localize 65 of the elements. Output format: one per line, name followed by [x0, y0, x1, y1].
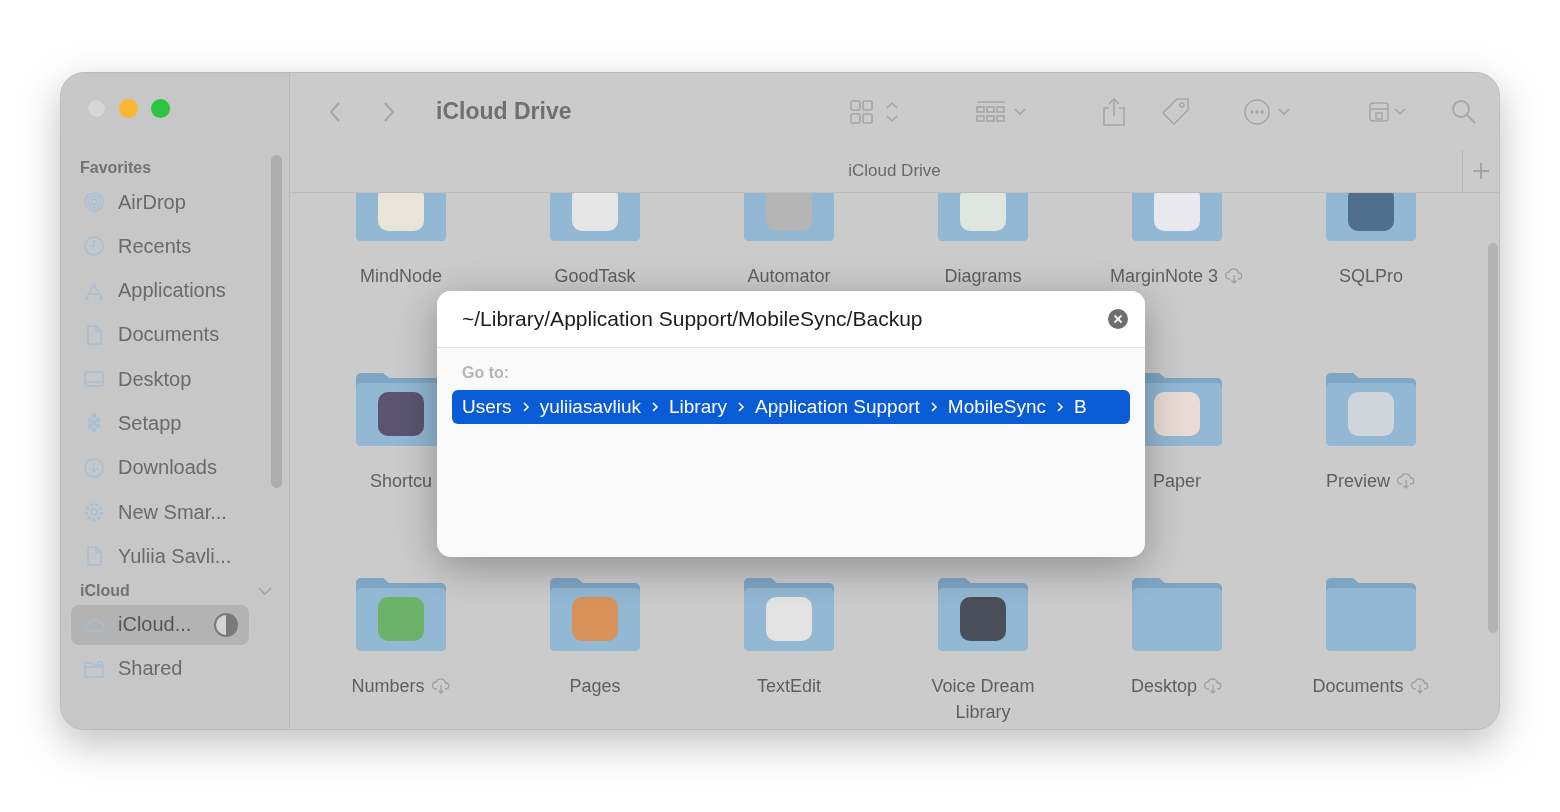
file-name: MarginNote 3 [1109, 265, 1219, 288]
search-icon[interactable] [1451, 98, 1477, 125]
section-title: iCloud [80, 581, 130, 600]
sidebar-item[interactable]: Yuliia Savli... [71, 536, 249, 577]
path-crumb: Users [462, 396, 512, 418]
gear-icon [83, 501, 105, 524]
cloud-download-icon[interactable] [1203, 678, 1223, 694]
section-title: Favorites [80, 159, 152, 177]
go-to-label: Go to: [461, 364, 511, 382]
sidebar-item[interactable]: Documents [71, 314, 249, 355]
path-crumb: Application Support [755, 396, 920, 418]
cloud-download-icon[interactable] [430, 678, 451, 694]
file-name: Diagrams [944, 265, 1022, 288]
cloud-download-icon[interactable] [1224, 268, 1245, 284]
tab[interactable]: iCloud Drive [848, 161, 941, 181]
chevron-icon [1056, 401, 1065, 413]
chevron-icon[interactable] [257, 585, 273, 596]
clear-icon[interactable] [1107, 308, 1129, 330]
zoom-window-button[interactable] [151, 99, 170, 118]
file-name: Desktop [1130, 675, 1197, 698]
share-icon[interactable] [1101, 96, 1127, 127]
chevron-icon [929, 401, 938, 413]
group-icon[interactable] [975, 98, 1027, 125]
path-crumb: yuliiasavliuk [539, 396, 641, 418]
chevron-icon [651, 401, 659, 413]
file-name: Paper [1152, 470, 1201, 493]
sidebar-item[interactable]: Desktop [71, 359, 249, 400]
chevron-icon [737, 401, 746, 413]
sidebar-item[interactable]: AirDrop [71, 182, 249, 222]
grid-view-icon[interactable] [849, 98, 901, 125]
file-name: Preview [1326, 470, 1390, 493]
file-name: Pages [569, 675, 621, 698]
file-name: Numbers [351, 675, 425, 698]
sidebar-item[interactable]: New Smar... [71, 492, 249, 533]
sidebar-item[interactable]: Setapp [71, 403, 249, 444]
file-name: MindNode [359, 265, 442, 288]
sidebar-item[interactable]: Recents [71, 226, 249, 267]
scrollbar[interactable] [271, 155, 282, 488]
file-name: Documents [1312, 675, 1404, 698]
chevron-icon [521, 401, 530, 413]
half-circle-icon [213, 611, 239, 638]
path-crumb: B [1074, 396, 1087, 418]
file-name: SQLPro [1339, 265, 1403, 288]
clock-icon [83, 235, 105, 258]
file-name: Automator [747, 265, 831, 288]
path-crumb: MobileSync [947, 396, 1047, 418]
scrollbar[interactable] [1488, 243, 1498, 633]
sidebar-item[interactable]: iCloud... [71, 604, 249, 645]
sidebar-item[interactable]: Shared [71, 648, 249, 689]
cloud-download-icon[interactable] [1396, 473, 1416, 489]
window-title: iCloud Drive [436, 98, 572, 125]
file-name: Shortcu [369, 470, 432, 493]
tag-icon[interactable] [1161, 96, 1191, 127]
path-crumb: Library [669, 396, 728, 418]
file-name: GoodTask [554, 265, 636, 288]
cloud-download-icon[interactable] [1409, 678, 1430, 694]
more-icon[interactable] [1243, 97, 1291, 126]
path-result-row[interactable]: Users yuliiasavliuk Library Application Support MobileSync B [452, 390, 1130, 424]
sidebar-item[interactable]: Downloads [71, 447, 249, 488]
file-name: Voice Dream Library [930, 675, 1036, 724]
file-name: TextEdit [757, 675, 821, 698]
minimize-window-button[interactable] [119, 99, 138, 118]
download-icon [83, 456, 105, 479]
sidebar-item[interactable]: Applications [71, 270, 249, 311]
airdrop-icon [83, 191, 105, 213]
